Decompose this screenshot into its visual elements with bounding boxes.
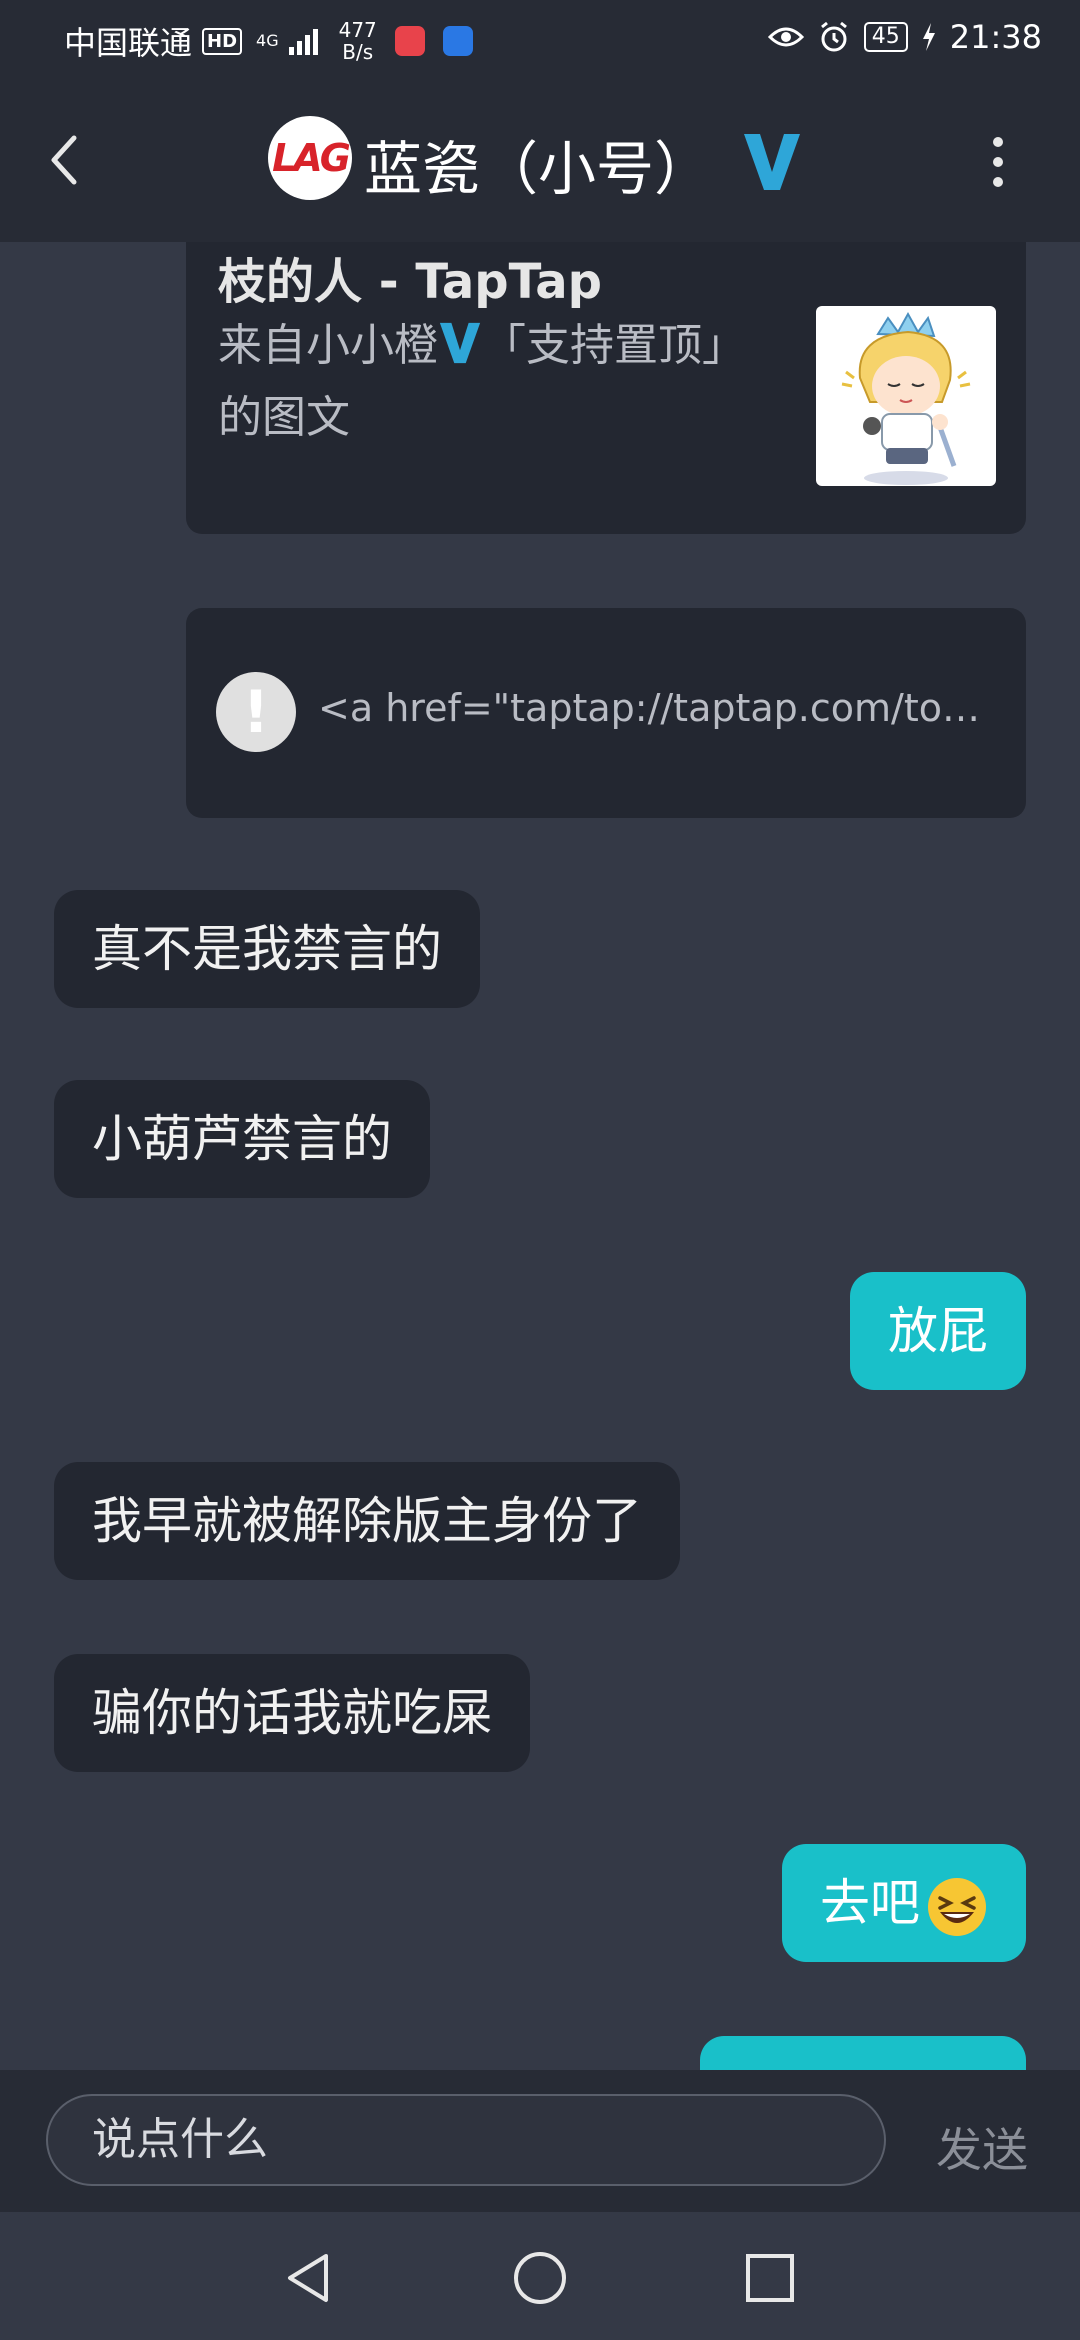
book-app-icon bbox=[394, 26, 425, 56]
network-type: 4G bbox=[256, 31, 279, 50]
message-text: 去吧 bbox=[820, 1874, 920, 1932]
message-input-bar: 说点什么 发送 bbox=[0, 2070, 1080, 2212]
post-thumbnail bbox=[816, 306, 996, 486]
shared-post-source: 来自小小橙 bbox=[218, 320, 438, 371]
page-title: 蓝瓷（小号） bbox=[364, 135, 713, 203]
network-speed: 477 B/s bbox=[339, 19, 377, 63]
message-input[interactable]: 说点什么 bbox=[46, 2094, 886, 2186]
shared-post-card[interactable]: 枝的人 - TapTap 来自小小橙 「支持置顶」的图文 bbox=[186, 242, 1026, 534]
exclamation-icon: ! bbox=[216, 672, 296, 752]
status-right: 45 21:38 bbox=[767, 18, 1042, 56]
laughing-emoji-icon bbox=[928, 1877, 986, 1936]
nav-home-icon[interactable] bbox=[512, 2250, 568, 2306]
message-bubble-outgoing[interactable]: 放屁 bbox=[850, 1272, 1026, 1390]
battery-icon: 45 bbox=[863, 22, 908, 52]
eye-icon bbox=[767, 27, 804, 47]
message-bubble-outgoing-partial[interactable] bbox=[700, 2036, 1026, 2070]
message-bubble-incoming[interactable]: 真不是我禁言的 bbox=[54, 890, 480, 1008]
carrier-name: 中国联通 bbox=[64, 24, 193, 62]
nav-back-icon[interactable] bbox=[282, 2250, 334, 2306]
hd-icon: HD bbox=[202, 27, 243, 55]
chat-header: LAG 蓝瓷（小号） bbox=[0, 78, 1080, 242]
nav-recents-icon[interactable] bbox=[744, 2250, 796, 2306]
status-left: 中国联通 HD 4G 477 B/s bbox=[64, 18, 473, 64]
clock-time: 21:38 bbox=[949, 18, 1042, 56]
link-message-card[interactable]: ! <a href="taptap://taptap.com/topic?... bbox=[186, 608, 1026, 818]
shared-post-description: 来自小小橙 「支持置顶」的图文 bbox=[218, 310, 738, 454]
speed-value: 477 bbox=[338, 18, 377, 42]
shared-post-title: 枝的人 - TapTap bbox=[218, 254, 602, 310]
status-bar: 中国联通 HD 4G 477 B/s 45 21:38 bbox=[0, 0, 1080, 78]
system-nav-bar bbox=[0, 2212, 1080, 2340]
message-bubble-incoming[interactable]: 小葫芦禁言的 bbox=[54, 1080, 430, 1198]
back-arrow-icon[interactable] bbox=[44, 130, 84, 190]
message-bubble-outgoing[interactable]: 去吧 bbox=[782, 1844, 1026, 1962]
message-bubble-incoming[interactable]: 骗你的话我就吃屎 bbox=[54, 1654, 530, 1772]
avatar[interactable]: LAG bbox=[268, 116, 352, 200]
verified-v-icon bbox=[744, 134, 800, 190]
verified-v-icon bbox=[439, 322, 481, 364]
speed-unit: B/s bbox=[342, 40, 374, 64]
send-button[interactable]: 发送 bbox=[936, 2114, 1028, 2180]
message-bubble-incoming[interactable]: 我早就被解除版主身份了 bbox=[54, 1462, 680, 1580]
bulb-app-icon bbox=[442, 26, 473, 56]
more-options-icon[interactable] bbox=[988, 134, 1008, 190]
message-list[interactable]: 枝的人 - TapTap 来自小小橙 「支持置顶」的图文 ! <a href="… bbox=[0, 242, 1080, 2070]
signal-icon bbox=[288, 29, 318, 55]
link-text: <a href="taptap://taptap.com/topic?... bbox=[318, 686, 998, 730]
charging-icon bbox=[922, 23, 935, 51]
alarm-icon bbox=[820, 21, 847, 52]
